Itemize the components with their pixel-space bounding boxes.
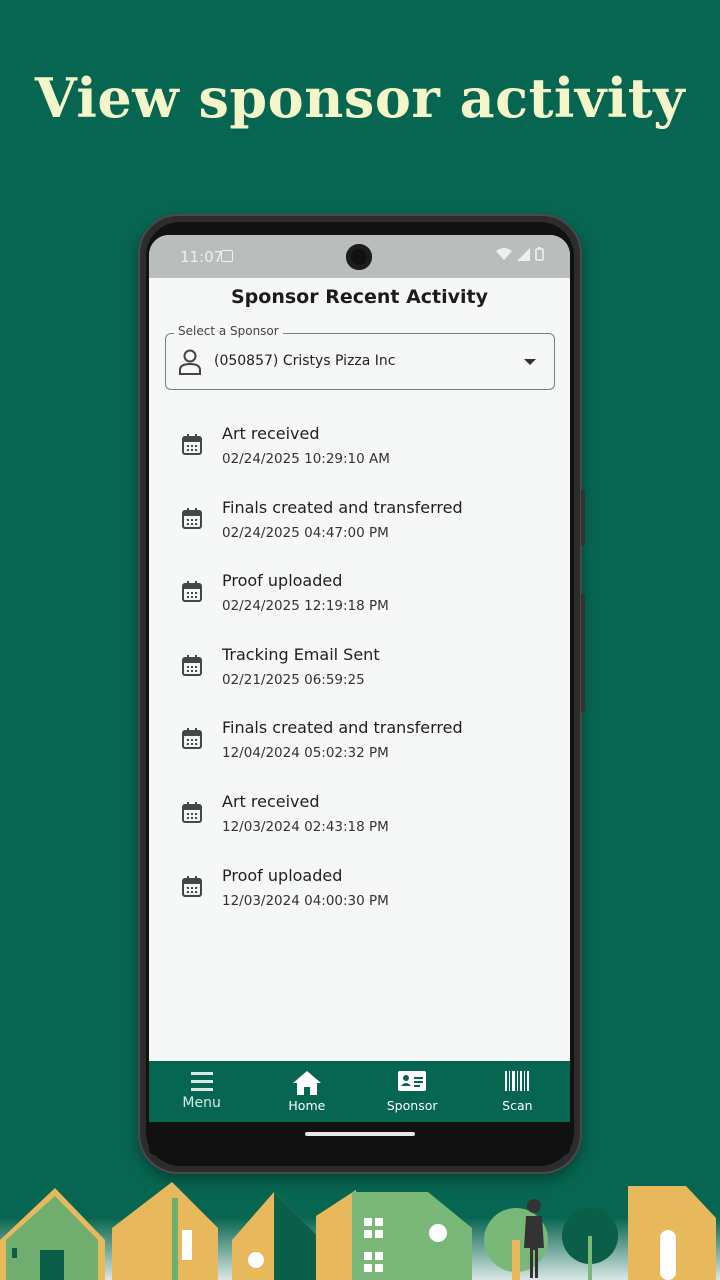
list-item[interactable]: Proof uploaded 02/24/2025 12:19:18 PM — [149, 565, 570, 639]
activity-title: Finals created and transferred — [222, 718, 463, 738]
nav-menu-label: Menu — [182, 1095, 221, 1111]
nav-scan[interactable]: Scan — [465, 1061, 570, 1122]
calendar-icon — [182, 728, 202, 750]
app-screen: 11:07 Sponsor Recent Activity Select a S… — [149, 235, 570, 1155]
nav-home[interactable]: Home — [254, 1061, 359, 1122]
id-card-icon — [398, 1071, 427, 1091]
calendar-icon — [182, 507, 202, 529]
status-bar: 11:07 — [149, 235, 570, 278]
activity-date: 12/03/2024 02:43:18 PM — [222, 818, 389, 835]
calendar-icon — [182, 434, 202, 455]
promo-headline: View sponsor activity — [34, 66, 686, 130]
activity-title: Art received — [222, 424, 320, 443]
home-icon — [292, 1071, 321, 1095]
wifi-icon — [496, 247, 512, 260]
sponsor-select-value: (050857) Cristys Pizza Inc — [214, 353, 396, 369]
activity-date: 02/24/2025 04:47:00 PM — [222, 524, 389, 541]
activity-title: Proof uploaded — [222, 865, 343, 885]
list-item[interactable]: Finals created and transferred 02/24/202… — [149, 492, 570, 566]
activity-date: 12/03/2024 04:00:30 PM — [222, 892, 389, 909]
front-camera — [346, 244, 372, 270]
signal-icon — [517, 247, 530, 261]
nav-scan-label: Scan — [502, 1098, 533, 1113]
activity-title: Finals created and transferred — [222, 497, 463, 517]
nav-sponsor-label: Sponsor — [386, 1098, 438, 1113]
activity-list: Art received 02/24/2025 10:29:10 AM Fina… — [149, 418, 570, 933]
activity-title: Art received — [222, 791, 320, 811]
activity-date: 12/04/2024 05:02:32 PM — [222, 745, 389, 762]
home-gesture-bar[interactable] — [305, 1132, 415, 1136]
calendar-icon — [182, 801, 202, 823]
list-item[interactable]: Finals created and transferred 12/04/202… — [149, 712, 570, 786]
nav-sponsor[interactable]: Sponsor — [360, 1061, 465, 1122]
list-item[interactable]: Proof uploaded 12/03/2024 04:00:30 PM — [149, 860, 570, 934]
activity-date: 02/24/2025 10:29:10 AM — [222, 451, 390, 467]
battery-icon — [535, 247, 544, 261]
menu-icon — [190, 1072, 213, 1091]
sponsor-select[interactable]: Select a Sponsor (050857) Cristys Pizza … — [165, 324, 555, 390]
dropdown-arrow-icon[interactable] — [524, 359, 536, 365]
activity-date: 02/21/2025 06:59:25 — [222, 671, 365, 688]
calendar-icon — [182, 875, 202, 897]
bottom-nav: Menu Home Sponsor Scan — [149, 1061, 570, 1122]
screenshot-icon — [221, 250, 233, 262]
list-item[interactable]: Art received 02/24/2025 10:29:10 AM — [149, 418, 570, 492]
nav-home-label: Home — [288, 1098, 326, 1113]
activity-title: Tracking Email Sent — [222, 644, 380, 664]
nav-menu[interactable]: Menu — [149, 1061, 254, 1122]
calendar-icon — [182, 654, 202, 676]
page-title: Sponsor Recent Activity — [230, 286, 489, 308]
activity-title: Proof uploaded — [222, 571, 343, 591]
gesture-area — [149, 1122, 570, 1155]
barcode-icon — [505, 1071, 530, 1091]
list-item[interactable]: Tracking Email Sent 02/21/2025 06:59:25 — [149, 639, 570, 713]
town-illustration — [0, 1182, 720, 1280]
status-time: 11:07 — [180, 248, 224, 266]
calendar-icon — [182, 581, 202, 603]
sponsor-select-label: Select a Sponsor — [174, 324, 283, 338]
list-item[interactable]: Art received 12/03/2024 02:43:18 PM — [149, 786, 570, 860]
activity-date: 02/24/2025 12:19:18 PM — [222, 598, 389, 615]
person-icon — [179, 349, 201, 375]
